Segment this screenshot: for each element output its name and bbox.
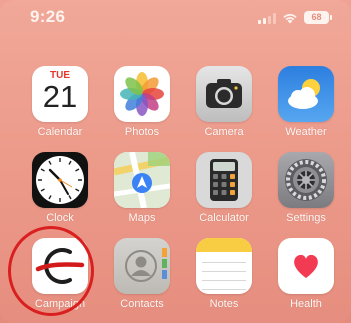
app-label: Calculator xyxy=(199,212,249,224)
app-label: Maps xyxy=(128,212,156,224)
wifi-icon xyxy=(283,13,297,24)
contacts-icon xyxy=(114,238,170,294)
app-weather[interactable]: Weather xyxy=(276,66,336,138)
clock-icon xyxy=(32,152,88,208)
calendar-icon: TUE 21 xyxy=(32,66,88,122)
app-notes[interactable]: Notes xyxy=(194,238,254,310)
battery-indicator: 68 xyxy=(304,11,332,24)
app-label: Photos xyxy=(124,126,160,138)
app-settings[interactable]: Settings xyxy=(276,152,336,224)
app-label: Camera xyxy=(204,126,244,138)
health-heart-icon xyxy=(278,238,334,294)
app-calendar[interactable]: TUE 21 Calendar xyxy=(30,66,90,138)
app-label: Calendar xyxy=(37,126,83,138)
settings-gear-icon xyxy=(278,152,334,208)
calendar-date: 21 xyxy=(42,79,78,114)
app-label: Notes xyxy=(209,298,239,310)
home-screen: 9:26 68 TUE 21 Calendar Photos Camera We… xyxy=(0,0,351,323)
status-time: 9:26 xyxy=(30,7,66,26)
camera-icon xyxy=(196,66,252,122)
notes-icon xyxy=(196,238,252,294)
status-icons: 68 xyxy=(258,11,332,24)
app-label: Weather xyxy=(285,126,327,138)
app-calculator[interactable]: Calculator xyxy=(194,152,254,224)
app-camera[interactable]: Camera xyxy=(194,66,254,138)
cellular-signal-icon xyxy=(258,13,276,24)
photos-icon xyxy=(114,66,170,122)
calculator-icon xyxy=(196,152,252,208)
app-label: Contacts xyxy=(120,298,164,310)
app-health[interactable]: Health xyxy=(276,238,336,310)
weather-icon xyxy=(278,66,334,122)
highlight-circle xyxy=(8,226,94,316)
app-label: Clock xyxy=(46,212,74,224)
app-maps[interactable]: Maps xyxy=(112,152,172,224)
app-clock[interactable]: Clock xyxy=(30,152,90,224)
app-label: Settings xyxy=(286,212,326,224)
app-contacts[interactable]: Contacts xyxy=(112,238,172,310)
maps-icon xyxy=(114,152,170,208)
app-photos[interactable]: Photos xyxy=(112,66,172,138)
app-label: Health xyxy=(290,298,322,310)
